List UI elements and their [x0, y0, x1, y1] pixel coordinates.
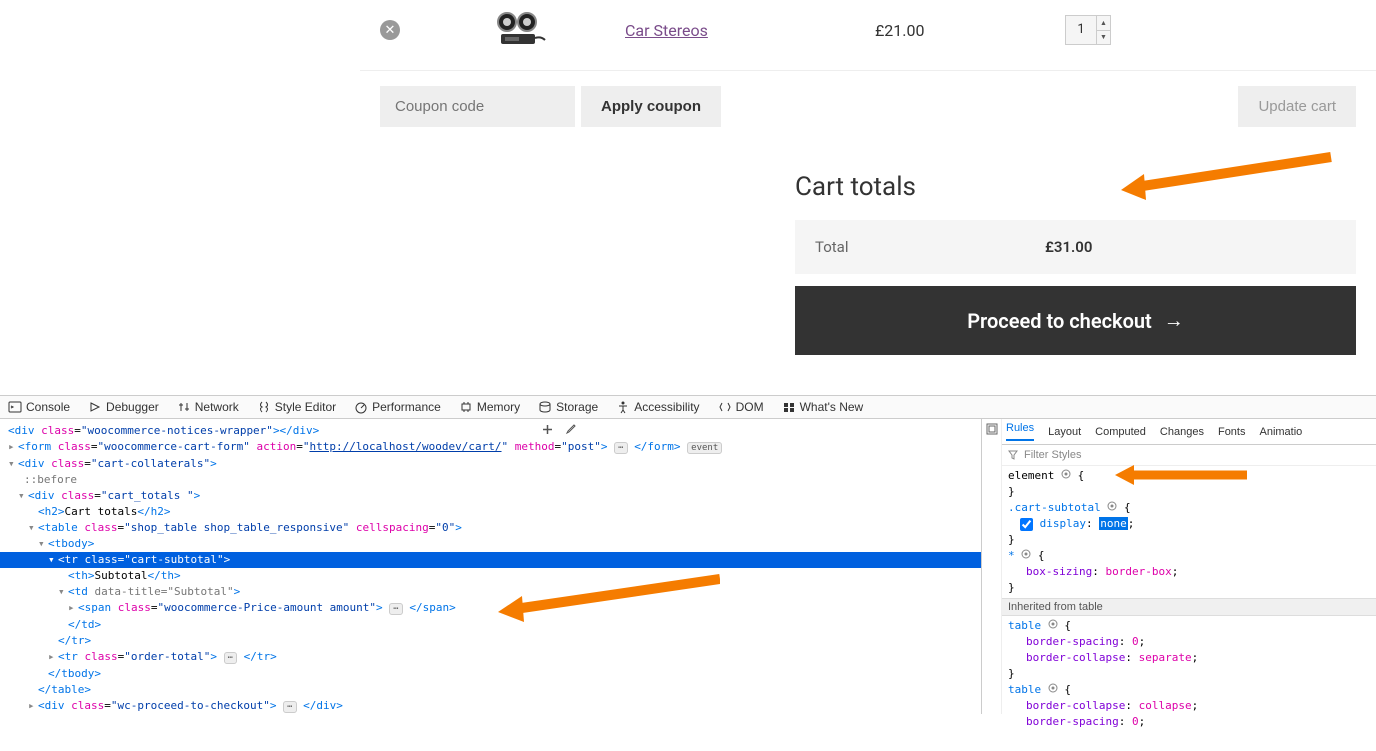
style-icon: [257, 400, 271, 414]
tab-memory[interactable]: Memory: [459, 400, 520, 414]
whatsnew-icon: [782, 400, 796, 414]
devtools-body: <div class="woocommerce-notices-wrapper"…: [0, 419, 1376, 714]
tab-dom[interactable]: DOM: [718, 400, 764, 414]
tab-whatsnew[interactable]: What's New: [782, 400, 864, 414]
update-cart-button[interactable]: Update cart: [1238, 86, 1356, 127]
cart-actions-row: Apply coupon Update cart: [360, 71, 1376, 142]
total-value: £31.00: [1045, 238, 1092, 256]
quantity-stepper[interactable]: 1 ▲ ▼: [1065, 15, 1111, 45]
tab-fonts[interactable]: Fonts: [1218, 426, 1246, 438]
inherited-section: Inherited from table: [1002, 598, 1376, 616]
remove-item-button[interactable]: ✕: [380, 20, 400, 40]
accessibility-icon: [616, 400, 630, 414]
styles-tabbar: Rules Layout Computed Changes Fonts Anim…: [1002, 419, 1376, 445]
console-icon: [8, 400, 22, 414]
product-thumbnail: [490, 10, 550, 50]
memory-icon: [459, 400, 473, 414]
checkout-label: Proceed to checkout: [967, 309, 1152, 333]
css-rules[interactable]: element { } .cart-subtotal { display: no…: [1002, 466, 1376, 598]
tab-layout[interactable]: Layout: [1048, 426, 1081, 438]
item-price: £21.00: [875, 21, 945, 40]
storage-icon: [538, 400, 552, 414]
proceed-checkout-button[interactable]: Proceed to checkout →: [795, 286, 1356, 355]
network-icon: [177, 400, 191, 414]
tab-debugger[interactable]: Debugger: [88, 400, 159, 414]
funnel-icon: [1008, 450, 1018, 460]
totals-total-row: Total £31.00: [795, 220, 1356, 274]
tab-console[interactable]: Console: [8, 400, 70, 414]
quantity-value: 1: [1066, 16, 1096, 44]
eyedropper-icon[interactable]: [564, 423, 577, 436]
tab-accessibility[interactable]: Accessibility: [616, 400, 699, 414]
selected-dom-node[interactable]: ▾<tr class="cart-subtotal">: [0, 552, 981, 568]
devtools-panel: Console Debugger Network Style Editor Pe…: [0, 395, 1376, 714]
tab-storage[interactable]: Storage: [538, 400, 598, 414]
quantity-up[interactable]: ▲: [1097, 16, 1110, 31]
arrow-right-icon: →: [1164, 308, 1184, 333]
dom-inspector[interactable]: <div class="woocommerce-notices-wrapper"…: [0, 419, 981, 714]
tab-rules[interactable]: Rules: [1006, 422, 1034, 441]
cart-totals-section: Cart totals Total £31.00 Proceed to chec…: [360, 142, 1376, 395]
tab-style-editor[interactable]: Style Editor: [257, 400, 336, 414]
total-label: Total: [815, 238, 1045, 256]
stereo-icon: [493, 10, 548, 50]
tab-animations[interactable]: Animatio: [1259, 426, 1302, 438]
tab-changes[interactable]: Changes: [1160, 426, 1204, 438]
filter-styles-input[interactable]: Filter Styles: [1002, 445, 1376, 466]
coupon-input[interactable]: [380, 86, 575, 127]
product-link[interactable]: Car Stereos: [625, 21, 725, 40]
layout-icon[interactable]: [986, 423, 998, 435]
tab-performance[interactable]: Performance: [354, 400, 441, 414]
debugger-icon: [88, 400, 102, 414]
styles-panel: Rules Layout Computed Changes Fonts Anim…: [981, 419, 1376, 714]
dom-icon: [718, 400, 732, 414]
apply-coupon-button[interactable]: Apply coupon: [581, 86, 721, 127]
cart-area: ✕ Car Stereos £21.00 1 ▲ ▼ Apply coupon: [0, 0, 1376, 395]
cart-totals-heading: Cart totals: [795, 172, 1356, 202]
tab-computed[interactable]: Computed: [1095, 426, 1146, 438]
display-checkbox[interactable]: [1020, 518, 1033, 531]
add-icon[interactable]: [541, 423, 554, 436]
quantity-down[interactable]: ▼: [1097, 31, 1110, 45]
devtools-tabbar: Console Debugger Network Style Editor Pe…: [0, 396, 1376, 419]
cart-item-row: ✕ Car Stereos £21.00 1 ▲ ▼: [360, 0, 1376, 71]
tab-network[interactable]: Network: [177, 400, 239, 414]
performance-icon: [354, 400, 368, 414]
